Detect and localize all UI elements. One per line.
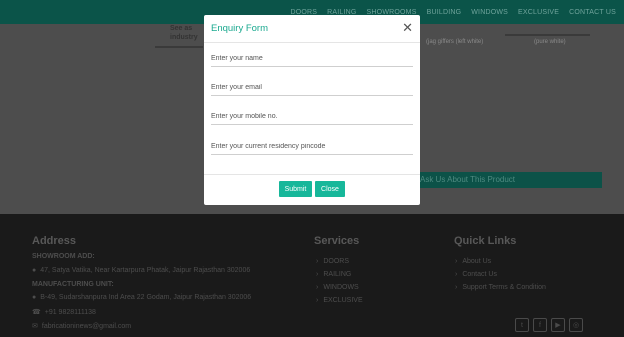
name-input[interactable] xyxy=(211,53,413,67)
card-mid-caption: (jag giffers (left white) xyxy=(426,39,484,45)
services-link-railing[interactable]: › RAILING xyxy=(316,271,351,278)
footer-address-heading: Address xyxy=(32,235,77,247)
chevron-right-icon: › xyxy=(316,271,319,278)
chevron-right-icon: › xyxy=(316,284,319,291)
showroom-address: 47, Satya Vatika, Near Kartarpura Phatak… xyxy=(40,267,251,274)
nav-item-building[interactable]: BUILDING xyxy=(427,9,462,16)
pincode-input[interactable] xyxy=(211,141,413,155)
youtube-icon[interactable]: ▶ xyxy=(551,318,565,332)
card-left-line-1: See as xyxy=(170,25,193,32)
card-right-caption: (pure white) xyxy=(534,39,566,45)
map-pin-icon: ● xyxy=(32,294,37,301)
submit-button[interactable]: Submit xyxy=(279,181,312,197)
map-pin-icon: ● xyxy=(32,267,37,274)
quick-link-about-us[interactable]: › About Us xyxy=(455,258,491,265)
close-icon[interactable]: ✕ xyxy=(402,21,413,34)
quick-link-label: About Us xyxy=(462,258,492,265)
chevron-right-icon: › xyxy=(455,258,458,265)
modal-header: Enquiry Form ✕ xyxy=(204,15,420,43)
modal-title: Enquiry Form xyxy=(211,23,269,34)
email-line: ✉ fabricationinews@gmail.com xyxy=(32,322,131,331)
nav-item-exclusive[interactable]: EXCLUSIVE xyxy=(518,9,559,16)
twitter-icon[interactable]: t xyxy=(515,318,529,332)
chevron-right-icon: › xyxy=(455,284,458,291)
nav-item-windows[interactable]: WINDOWS xyxy=(471,9,508,16)
nav-item-contact-us[interactable]: CONTACT US xyxy=(569,9,616,16)
services-link-label: WINDOWS xyxy=(323,284,359,291)
services-link-label: EXCLUSIVE xyxy=(323,297,363,304)
phone-icon: ☎ xyxy=(32,309,41,316)
quick-link-support-terms[interactable]: › Support Terms & Condition xyxy=(455,284,546,291)
footer-services-heading: Services xyxy=(314,235,360,247)
services-link-exclusive[interactable]: › EXCLUSIVE xyxy=(316,297,363,304)
chevron-right-icon: › xyxy=(316,258,319,265)
quick-link-contact-us[interactable]: › Contact Us xyxy=(455,271,497,278)
card-left-underline xyxy=(155,46,203,48)
close-button[interactable]: Close xyxy=(315,181,345,197)
services-link-windows[interactable]: › WINDOWS xyxy=(316,284,359,291)
enquiry-modal: Enquiry Form ✕ Submit Close xyxy=(204,15,420,205)
instagram-icon[interactable]: ◎ xyxy=(569,318,583,332)
chevron-right-icon: › xyxy=(455,271,458,278)
card-right-underline xyxy=(505,34,590,36)
services-link-label: RAILING xyxy=(323,271,352,278)
services-link-doors[interactable]: › DOORS xyxy=(316,258,349,265)
mail-icon: ✉ xyxy=(32,323,38,330)
enquiry-bar-button[interactable]: Ask Us About This Product xyxy=(405,172,602,188)
email-input[interactable] xyxy=(211,82,413,96)
facebook-icon[interactable]: f xyxy=(533,318,547,332)
quick-link-label: Support Terms & Condition xyxy=(462,284,546,291)
card-left-text: See as industry xyxy=(170,24,198,42)
email-address[interactable]: fabricationinews@gmail.com xyxy=(42,323,131,330)
phone-line: ☎ +91 9828111138 xyxy=(32,308,96,317)
enquiry-bar-label: Ask Us About This Product xyxy=(420,175,516,184)
mobile-input[interactable] xyxy=(211,111,413,125)
manufacturing-address-line: ● B-49, Sudarshanpura Ind Area 22 Godam,… xyxy=(32,294,251,301)
footer-quick-links-heading: Quick Links xyxy=(454,235,517,247)
modal-footer-divider xyxy=(204,174,420,175)
manufacturing-address: B-49, Sudarshanpura Ind Area 22 Godam, J… xyxy=(40,294,252,301)
manufacturing-label: MANUFACTURING UNIT: xyxy=(32,281,114,288)
card-left-line-2: industry xyxy=(170,34,198,41)
phone-number[interactable]: +91 9828111138 xyxy=(45,309,96,316)
showroom-address-line: ● 47, Satya Vatika, Near Kartarpura Phat… xyxy=(32,267,250,274)
showroom-label: SHOWROOM ADD: xyxy=(32,253,95,260)
services-link-label: DOORS xyxy=(323,258,350,265)
chevron-right-icon: › xyxy=(316,297,319,304)
social-links: t f ▶ ◎ xyxy=(515,318,583,332)
quick-link-label: Contact Us xyxy=(462,271,497,278)
